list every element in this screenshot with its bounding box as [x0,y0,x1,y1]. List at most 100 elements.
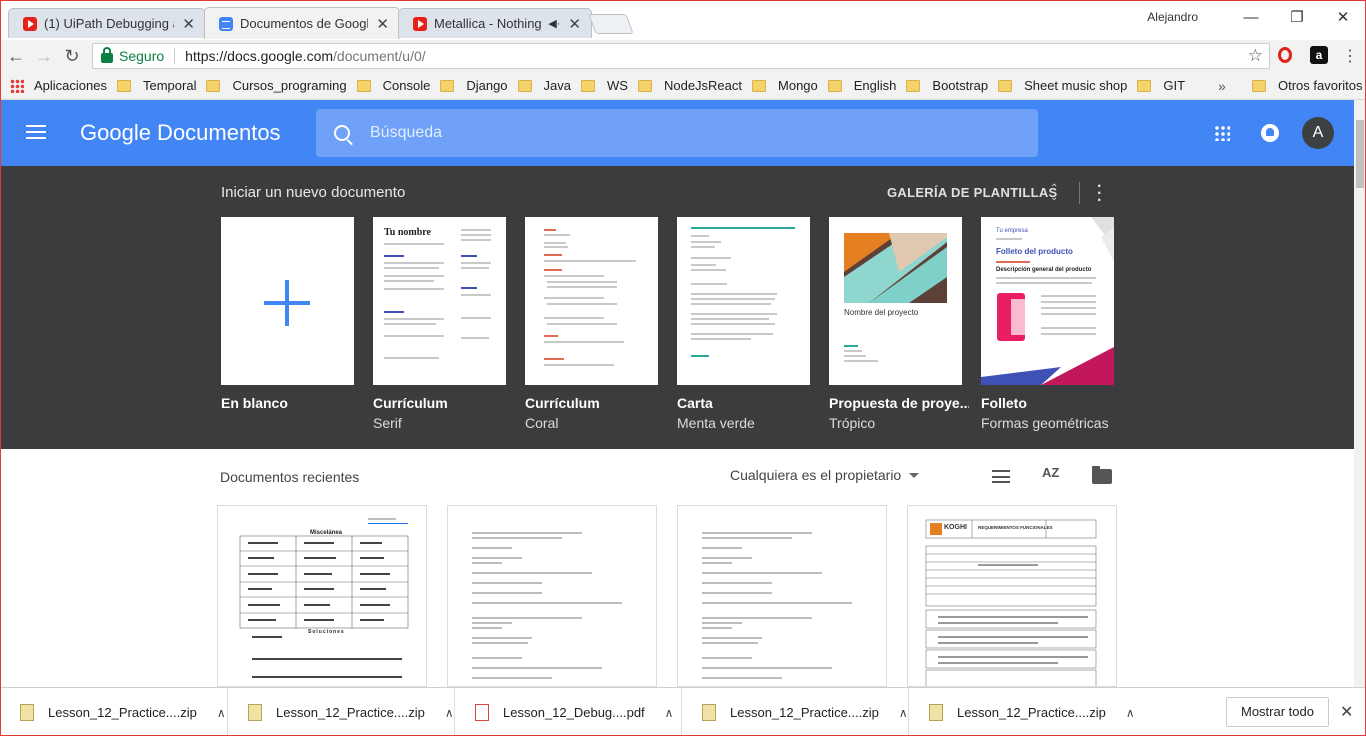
search-icon [334,125,350,141]
download-filename: Lesson_12_Practice....zip [730,705,879,720]
template-name: Folleto [981,395,1027,411]
folder-picker-icon[interactable] [1092,466,1112,484]
more-bookmarks-icon[interactable]: » [1218,78,1226,94]
forward-icon[interactable]: → [32,46,56,67]
bookmark-label: Temporal [143,78,197,93]
chevron-up-icon[interactable]: ∧ [217,706,226,720]
bookmark-folder[interactable]: Bootstrap [906,78,988,93]
tab-metallica[interactable]: Metallica - Nothing El ◀· ✕ [398,8,592,38]
bookmark-label: WS [607,78,628,93]
template-blank[interactable] [221,217,354,385]
tab-uipath[interactable]: (1) UiPath Debugging and ✕ [8,8,206,38]
app-logo[interactable]: Google Documentos [80,120,281,146]
recent-doc-card[interactable] [447,505,657,687]
back-icon[interactable]: ← [4,46,28,67]
close-tab-icon[interactable]: ✕ [182,15,195,33]
close-tab-icon[interactable]: ✕ [568,15,581,33]
expand-collapse-icon[interactable]: ⌃ ⌄ [1050,184,1058,203]
download-item[interactable]: Lesson_12_Practice....zip ∧ [909,688,1136,736]
template-resume-serif[interactable]: Tu nombre [373,217,506,385]
tab-title: Documentos de Google [240,16,369,31]
template-name: Propuesta de proye... [829,395,969,411]
download-item[interactable]: Lesson_12_Debug....pdf ∧ [455,688,682,736]
bookmark-label: Bootstrap [932,78,989,93]
speaker-icon[interactable]: ◀· [548,17,560,30]
worksheet-table [239,535,409,678]
folder-icon [356,79,371,92]
template-letter-mint[interactable] [677,217,810,385]
template-name: En blanco [221,395,288,411]
bookmark-folder[interactable]: Sheet music shop [998,78,1127,93]
tab-title: Metallica - Nothing El [434,16,544,31]
folder-icon [117,79,131,92]
chevron-up-icon[interactable]: ∧ [899,706,908,720]
bookmark-folder[interactable]: Java [517,78,571,93]
chevron-up-icon[interactable]: ∧ [1126,706,1135,720]
zip-file-icon [702,704,716,721]
sort-az-icon[interactable]: AZ [1042,465,1059,480]
main-menu-icon[interactable] [26,125,46,139]
url-host: https://docs.google.com [185,48,334,64]
section-title: Documentos recientes [220,469,360,485]
show-all-downloads-button[interactable]: Mostrar todo [1226,697,1329,727]
bookmark-apps[interactable]: Aplicaciones [10,78,107,93]
bookmark-folder[interactable]: GIT [1137,78,1185,93]
reload-icon[interactable]: ↻ [60,46,84,67]
chevron-up-icon[interactable]: ∧ [665,706,674,720]
maximize-icon[interactable]: ❐ [1274,8,1320,26]
download-item[interactable]: Lesson_12_Practice....zip ∧ [682,688,909,736]
folder-icon [1252,79,1266,92]
bookmark-folder[interactable]: NodeJsReact [637,78,742,93]
scrollbar-thumb[interactable] [1356,120,1364,188]
recent-doc-card[interactable] [677,505,887,687]
bookmark-folder[interactable]: Cursos_programing [206,78,347,93]
template-brochure-geometric[interactable]: Tu empresa Folleto del producto Descripc… [981,217,1114,385]
owner-filter-dropdown[interactable]: Cualquiera es el propietario [730,467,920,483]
bookmark-label: Django [466,78,508,93]
close-window-icon[interactable]: ✕ [1320,8,1366,26]
notifications-icon[interactable] [1261,124,1279,142]
plus-icon [264,280,310,326]
bookmark-folder[interactable]: Mongo [752,78,818,93]
close-downloads-icon[interactable]: ✕ [1340,702,1353,722]
template-proposal-tropic[interactable]: Nombre del proyecto [829,217,962,385]
opera-extension-icon[interactable] [1278,47,1292,63]
bookmarks-bar: Aplicaciones Temporal Cursos_programing … [0,72,1366,100]
recent-doc-card[interactable]: Miscelánea Soluciones [217,505,427,687]
bookmark-folder[interactable]: Temporal [117,78,196,93]
profile-name[interactable]: Alejandro [1147,10,1198,24]
download-item[interactable]: Lesson_12_Practice....zip ∧ [228,688,455,736]
browser-menu-icon[interactable]: ⋮ [1342,46,1358,66]
bookmark-label: Mongo [778,78,818,93]
template-gallery-button[interactable]: GALERÍA DE PLANTILLAS [887,185,1057,200]
more-options-icon[interactable]: · · · [1097,179,1102,209]
search-input[interactable] [370,124,970,142]
other-bookmarks[interactable]: Otros favoritos [1252,78,1363,93]
new-tab-button[interactable] [588,14,634,34]
list-view-icon[interactable] [992,470,1010,483]
template-resume-coral[interactable] [525,217,658,385]
apps-grid-icon[interactable] [1214,125,1230,141]
amazon-extension-icon[interactable]: a [1310,46,1328,64]
tab-google-docs[interactable]: Documentos de Google ✕ [204,7,400,39]
vertical-scrollbar[interactable] [1354,100,1366,687]
template-name: Currículum [373,395,448,411]
bookmark-folder[interactable]: WS [581,78,628,93]
bookmark-folder[interactable]: Django [440,78,508,93]
folder-icon [1137,79,1152,92]
pdf-file-icon [475,704,489,721]
address-bar[interactable]: Seguro https://docs.google.com/document/… [92,43,1270,69]
thumb-heading: REQUERIMIENTOS FUNCIONALES [978,525,1053,530]
close-tab-icon[interactable]: ✕ [376,15,389,33]
avatar[interactable]: A [1302,117,1334,149]
bookmark-folder[interactable]: Console [356,78,430,93]
apps-grid-icon [10,78,24,93]
bookmark-folder[interactable]: English [827,78,896,93]
bookmark-star-icon[interactable]: ☆ [1248,46,1263,66]
chevron-up-icon[interactable]: ∧ [445,706,454,720]
minimize-icon[interactable]: — [1228,9,1274,26]
search-box[interactable] [316,109,1038,157]
recent-doc-card[interactable]: KOGHI REQUERIMIENTOS FUNCIONALES [907,505,1117,687]
url-text[interactable]: https://docs.google.com/document/u/0/ [185,48,426,64]
download-item[interactable]: Lesson_12_Practice....zip ∧ [0,688,228,736]
